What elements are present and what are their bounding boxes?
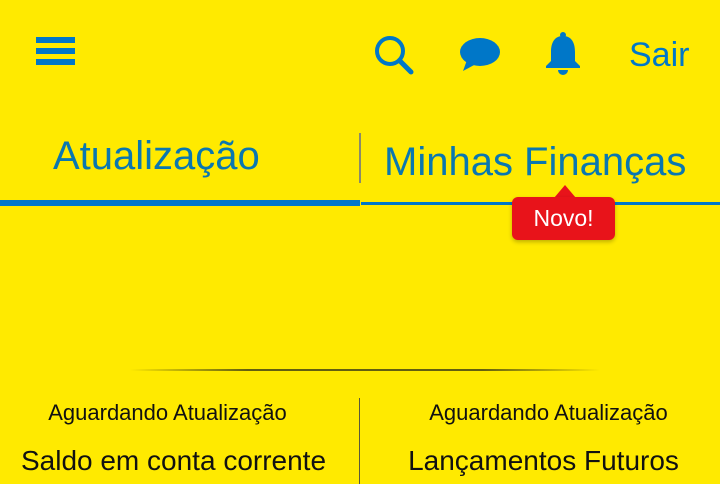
hamburger-menu-icon[interactable] <box>36 37 76 67</box>
future-entries-card-title: Lançamentos Futuros <box>408 445 679 476</box>
active-tab-indicator <box>0 200 360 206</box>
bell-icon[interactable] <box>543 31 583 75</box>
card-divider <box>359 398 360 484</box>
balance-card-status: Aguardando Atualização <box>48 400 287 425</box>
tab-updates[interactable]: Atualização <box>0 128 360 208</box>
balance-card[interactable]: Aguardando Atualização Saldo em conta co… <box>0 380 359 484</box>
tab-my-finances[interactable]: Minhas Finanças <box>361 128 720 208</box>
future-entries-card-status: Aguardando Atualização <box>429 400 668 425</box>
search-icon[interactable] <box>373 34 415 76</box>
chat-bubble-icon[interactable] <box>459 36 503 74</box>
tab-updates-label: Atualização <box>53 134 260 178</box>
tab-my-finances-label: Minhas Finanças <box>384 140 687 184</box>
future-entries-card[interactable]: Aguardando Atualização Lançamentos Futur… <box>361 380 720 484</box>
new-badge: Novo! <box>512 197 615 240</box>
balance-card-title: Saldo em conta corrente <box>20 445 327 476</box>
content-separator <box>130 369 600 371</box>
logout-link[interactable]: Sair <box>629 35 689 75</box>
